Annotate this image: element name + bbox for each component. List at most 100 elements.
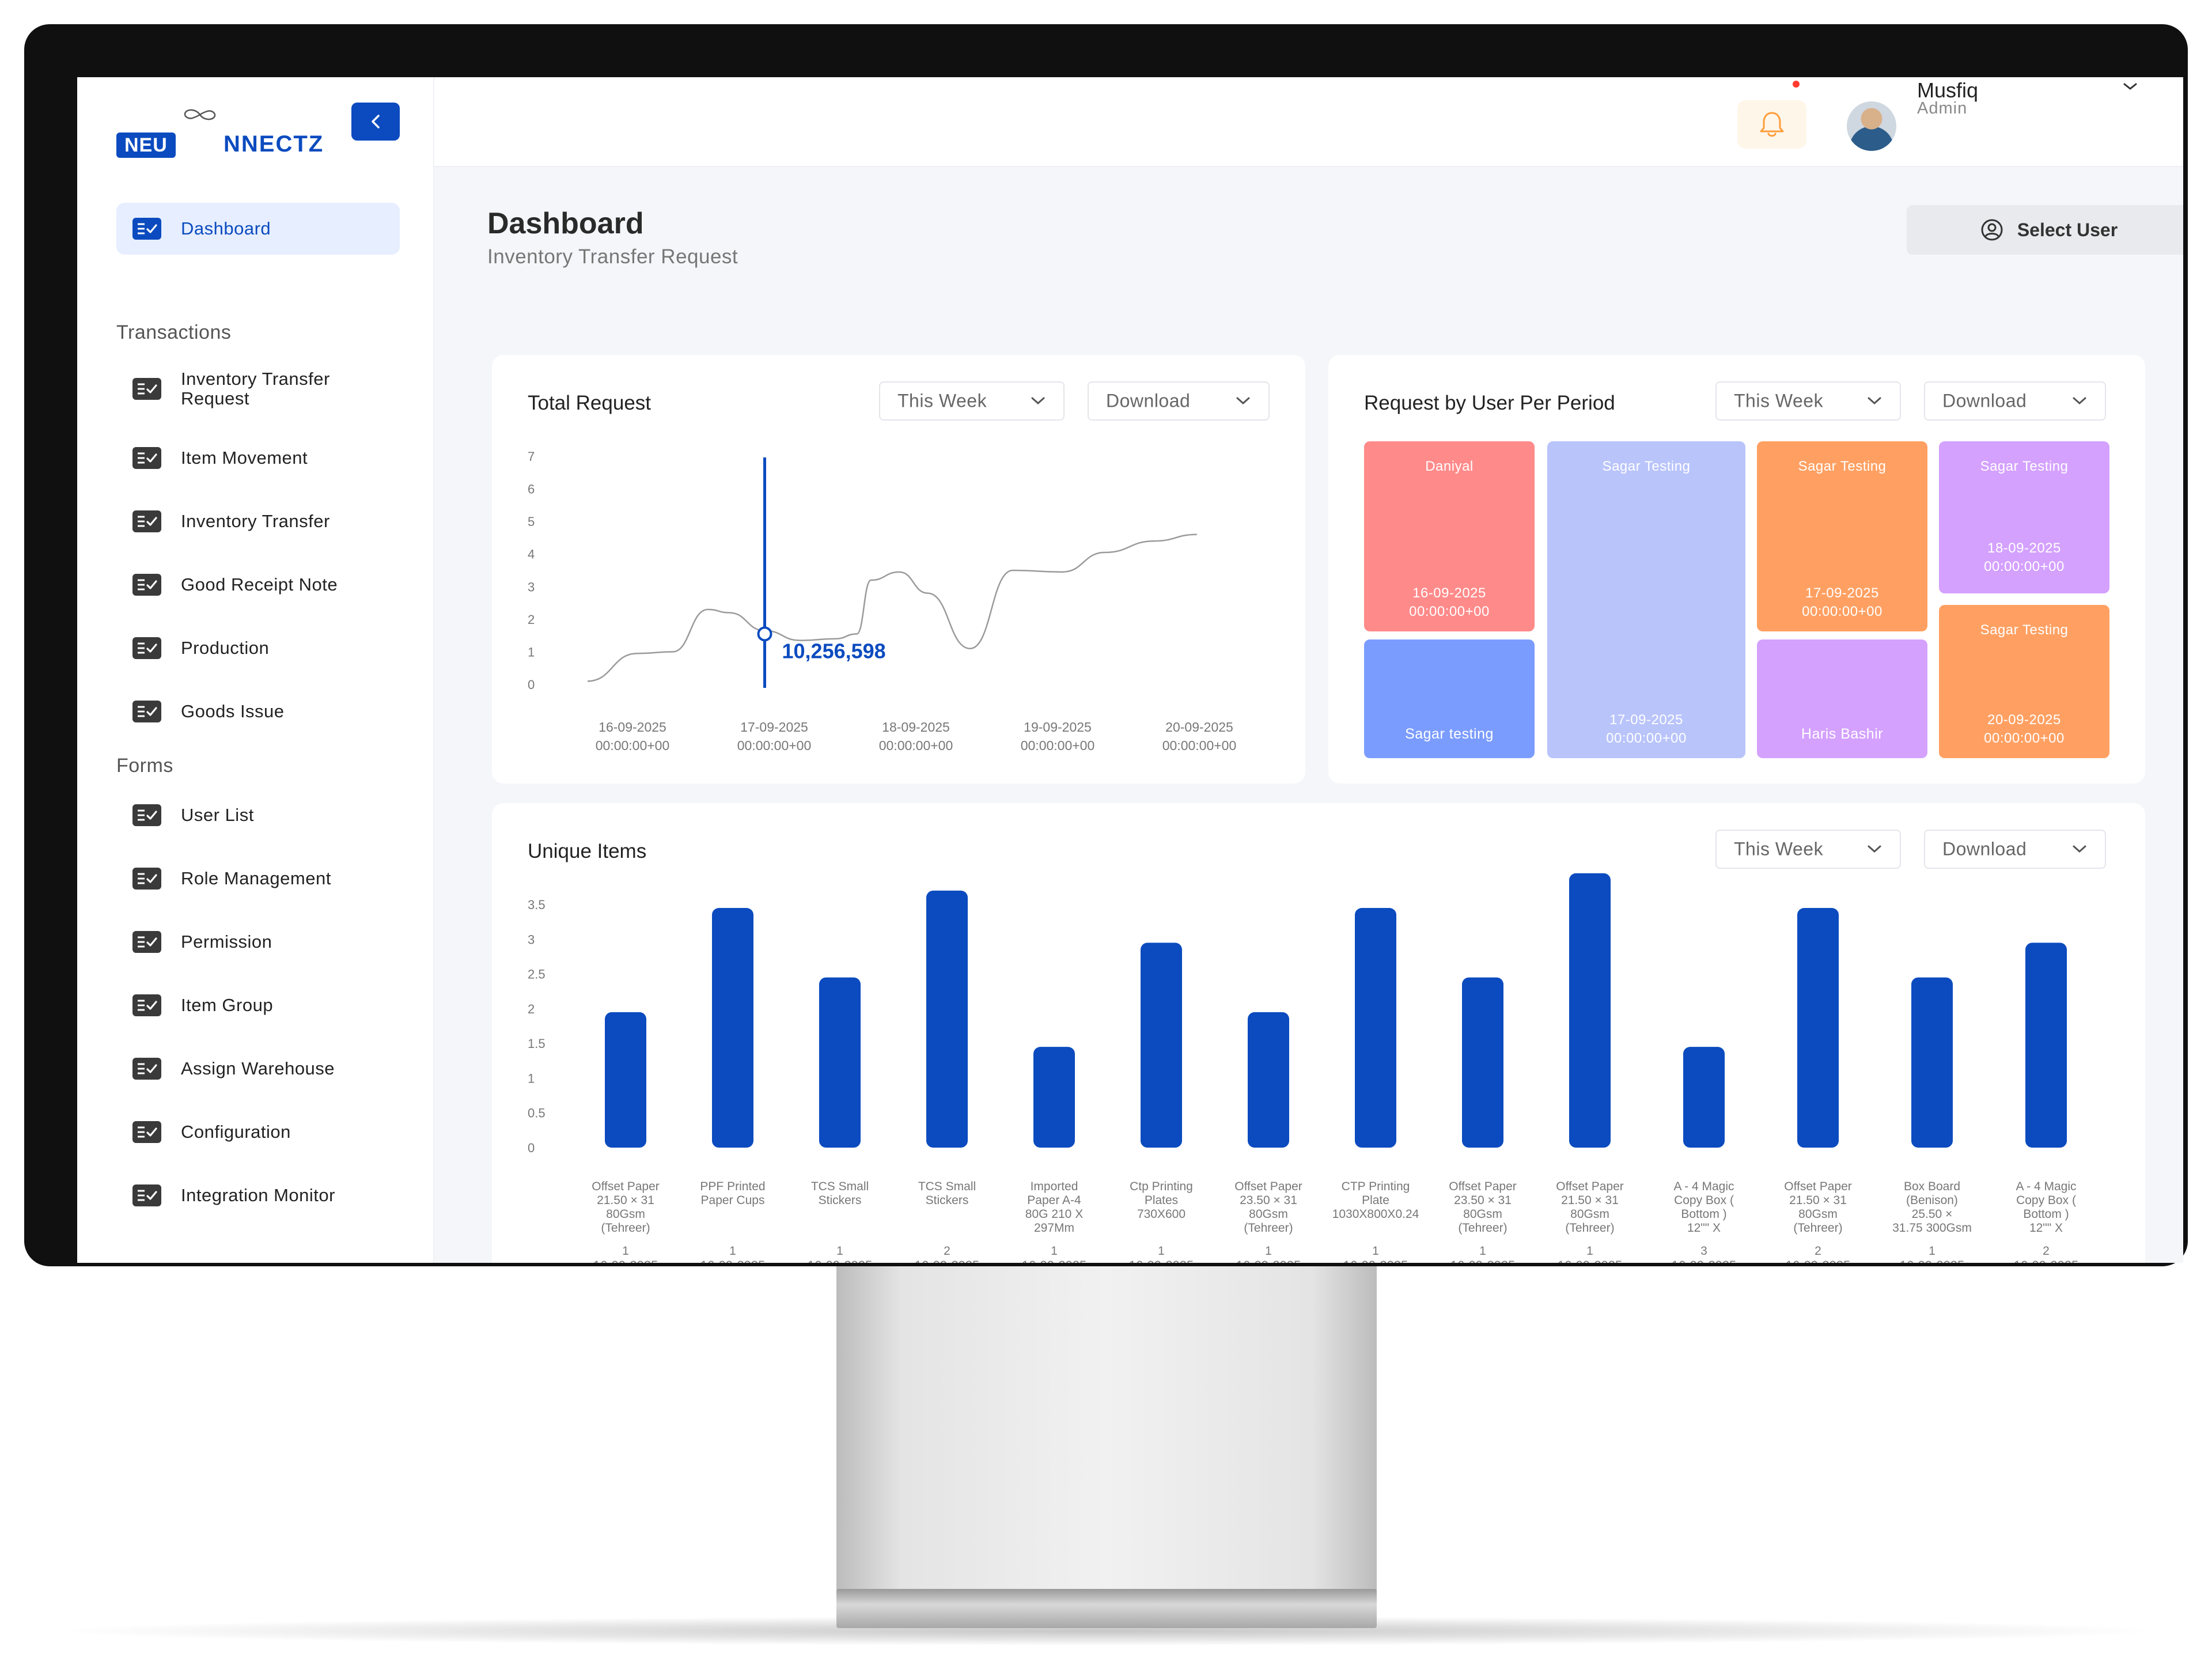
- bar[interactable]: [1355, 908, 1396, 1148]
- treemap-cell[interactable]: Sagar Testing 20-09-2025 00:00:00+00: [1939, 605, 2109, 758]
- treemap-cell[interactable]: Haris Bashir: [1757, 639, 1927, 758]
- bar[interactable]: [819, 977, 861, 1148]
- treemap-cell-date: 20-09-2025: [1987, 712, 2061, 728]
- page-subtitle: Inventory Transfer Request: [487, 245, 738, 268]
- bar-value-label: 3: [1700, 1244, 1707, 1258]
- notification-dot: [1793, 81, 1800, 88]
- treemap-cell-time: 00:00:00+00: [1606, 731, 1687, 746]
- topbar: Musfiq Admin: [434, 77, 2183, 167]
- x-tick-label: TCS Small Stickers: [918, 1180, 976, 1207]
- x-tick-label: Imported Paper A-4 80G 210 X 297Mm: [1025, 1180, 1083, 1235]
- treemap-cell-time: 00:00:00+00: [1409, 604, 1490, 619]
- treemap-cell-user: Haris Bashir: [1801, 726, 1884, 742]
- y-tick-label: 0: [528, 1141, 535, 1155]
- main-content: Dashboard Inventory Transfer Request Sel…: [434, 167, 2183, 1263]
- bar[interactable]: [1462, 977, 1503, 1148]
- treemap-cell[interactable]: Daniyal 16-09-2025 00:00:00+00: [1364, 441, 1535, 631]
- sidebar-item-label: Configuration: [181, 1122, 291, 1142]
- bar-date-label: 16-09-2025: [915, 1258, 980, 1263]
- checklist-icon: [132, 637, 161, 659]
- chevron-left-icon: [372, 115, 380, 128]
- sidebar-item-goods-issue[interactable]: Goods Issue: [116, 691, 400, 732]
- x-tick-label-time: 00:00:00+00: [1162, 738, 1237, 753]
- bar[interactable]: [1569, 873, 1611, 1148]
- select-user-button[interactable]: Select User: [1907, 205, 2183, 255]
- x-tick-label: 20-09-2025: [1165, 720, 1233, 735]
- y-tick-label: 3: [528, 932, 535, 947]
- avatar[interactable]: [1847, 101, 1896, 151]
- checklist-icon: [132, 804, 161, 826]
- checklist-icon: [132, 931, 161, 953]
- brand-text: NNECTZ: [224, 131, 324, 157]
- bar[interactable]: [1141, 943, 1182, 1148]
- bar-date-label: 16-09-2025: [1022, 1258, 1087, 1263]
- chevron-down-icon[interactable]: [2122, 81, 2138, 92]
- bar-date-label: 16-09-2025: [808, 1258, 873, 1263]
- page-title: Dashboard: [487, 207, 644, 240]
- unique-items-bar-chart: 0 0.5 1 1.5 2 2.5 3 3.5 Offset Paper 21.50 × 31 80…: [528, 873, 2078, 1263]
- bar-value-label: 1: [1586, 1244, 1593, 1258]
- sidebar-item-good-receipt-note[interactable]: Good Receipt Note: [116, 565, 400, 605]
- y-tick-label: 1: [528, 1071, 535, 1085]
- treemap-cell-date: 17-09-2025: [1609, 712, 1683, 728]
- sidebar-item-role-management[interactable]: Role Management: [116, 858, 400, 899]
- treemap-cell[interactable]: Sagar Testing 17-09-2025 00:00:00+00: [1547, 441, 1745, 758]
- treemap-cell-date: 16-09-2025: [1412, 585, 1486, 601]
- bar[interactable]: [1033, 1047, 1075, 1148]
- bar[interactable]: [1248, 1012, 1289, 1148]
- sidebar-item-inventory-transfer[interactable]: Inventory Transfer: [116, 501, 400, 542]
- y-tick-label: 4: [528, 547, 535, 562]
- sidebar-item-assign-warehouse[interactable]: Assign Warehouse: [116, 1049, 400, 1089]
- bar-value-label: 2: [944, 1244, 950, 1258]
- bar-date-label: 16-09-2025: [1672, 1258, 1737, 1263]
- bar[interactable]: [2025, 943, 2067, 1148]
- checklist-icon: [132, 868, 161, 890]
- sidebar-item-dashboard[interactable]: Dashboard: [116, 203, 400, 255]
- bar[interactable]: [1683, 1047, 1725, 1148]
- request-by-user-treemap: Daniyal 16-09-2025 00:00:00+00 Sagar testin…: [1328, 355, 2145, 784]
- sidebar-item-label: Permission: [181, 932, 272, 952]
- x-tick-label: A - 4 Magic Copy Box (Bottom ) 12"" X: [2016, 1180, 2076, 1235]
- sidebar-item-item-movement[interactable]: Item Movement: [116, 438, 400, 478]
- x-tick-label-time: 00:00:00+00: [737, 738, 812, 753]
- x-tick-label: PPF Printed Paper Cups: [700, 1180, 765, 1207]
- bar[interactable]: [712, 908, 753, 1148]
- notifications-button[interactable]: [1737, 100, 1806, 149]
- sidebar-item-inventory-transfer-request[interactable]: Inventory Transfer Request: [116, 369, 400, 409]
- sidebar-item-label: Goods Issue: [181, 701, 285, 721]
- bar[interactable]: [926, 890, 968, 1148]
- hover-point[interactable]: [757, 626, 772, 642]
- sidebar-item-permission[interactable]: Permission: [116, 922, 400, 962]
- sidebar-item-item-group[interactable]: Item Group: [116, 985, 400, 1025]
- treemap-cell[interactable]: Sagar testing: [1364, 639, 1535, 758]
- bar[interactable]: [1911, 977, 1953, 1148]
- x-tick-label: Offset Paper 23.50 × 31 80Gsm (Tehreer): [1234, 1180, 1302, 1235]
- treemap-cell-user: Sagar Testing: [1602, 459, 1691, 474]
- y-tick-label: 6: [528, 482, 535, 497]
- user-role: Admin: [1917, 99, 1968, 118]
- treemap-cell[interactable]: Sagar Testing 18-09-2025 00:00:00+00: [1939, 441, 2109, 593]
- x-tick-label: 17-09-2025: [740, 720, 808, 735]
- x-tick-label: 19-09-2025: [1024, 720, 1092, 735]
- sidebar-item-production[interactable]: Production: [116, 628, 400, 668]
- x-tick-label: Offset Paper 23.50 × 31 80Gsm (Tehreer): [1449, 1180, 1517, 1235]
- bar-value-label: 1: [622, 1244, 629, 1258]
- sidebar-item-configuration[interactable]: Configuration: [116, 1112, 400, 1152]
- y-tick-label: 3.5: [528, 898, 546, 912]
- sidebar-item-integration-monitor[interactable]: Integration Monitor: [116, 1175, 400, 1216]
- treemap-cell[interactable]: Sagar Testing 17-09-2025 00:00:00+00: [1757, 441, 1927, 631]
- sidebar-item-label: Role Management: [181, 868, 331, 888]
- y-tick-label: 0.5: [528, 1106, 546, 1121]
- select-user-label: Select User: [2017, 219, 2118, 240]
- sidebar-item-label: User List: [181, 805, 254, 825]
- bar-value-label: 1: [729, 1244, 736, 1258]
- bar-date-label: 16-09-2025: [1236, 1258, 1301, 1263]
- bar[interactable]: [605, 1012, 646, 1148]
- collapse-sidebar-button[interactable]: [351, 103, 400, 141]
- bar[interactable]: [1797, 908, 1839, 1148]
- monitor-stand: [836, 1266, 1377, 1595]
- request-by-user-card: Request by User Per Period This Week Dow…: [1328, 355, 2145, 784]
- sidebar-item-user-list[interactable]: User List: [116, 795, 400, 835]
- x-tick-label-time: 00:00:00+00: [1021, 738, 1095, 753]
- treemap-cell-user: Sagar Testing: [1980, 622, 2069, 638]
